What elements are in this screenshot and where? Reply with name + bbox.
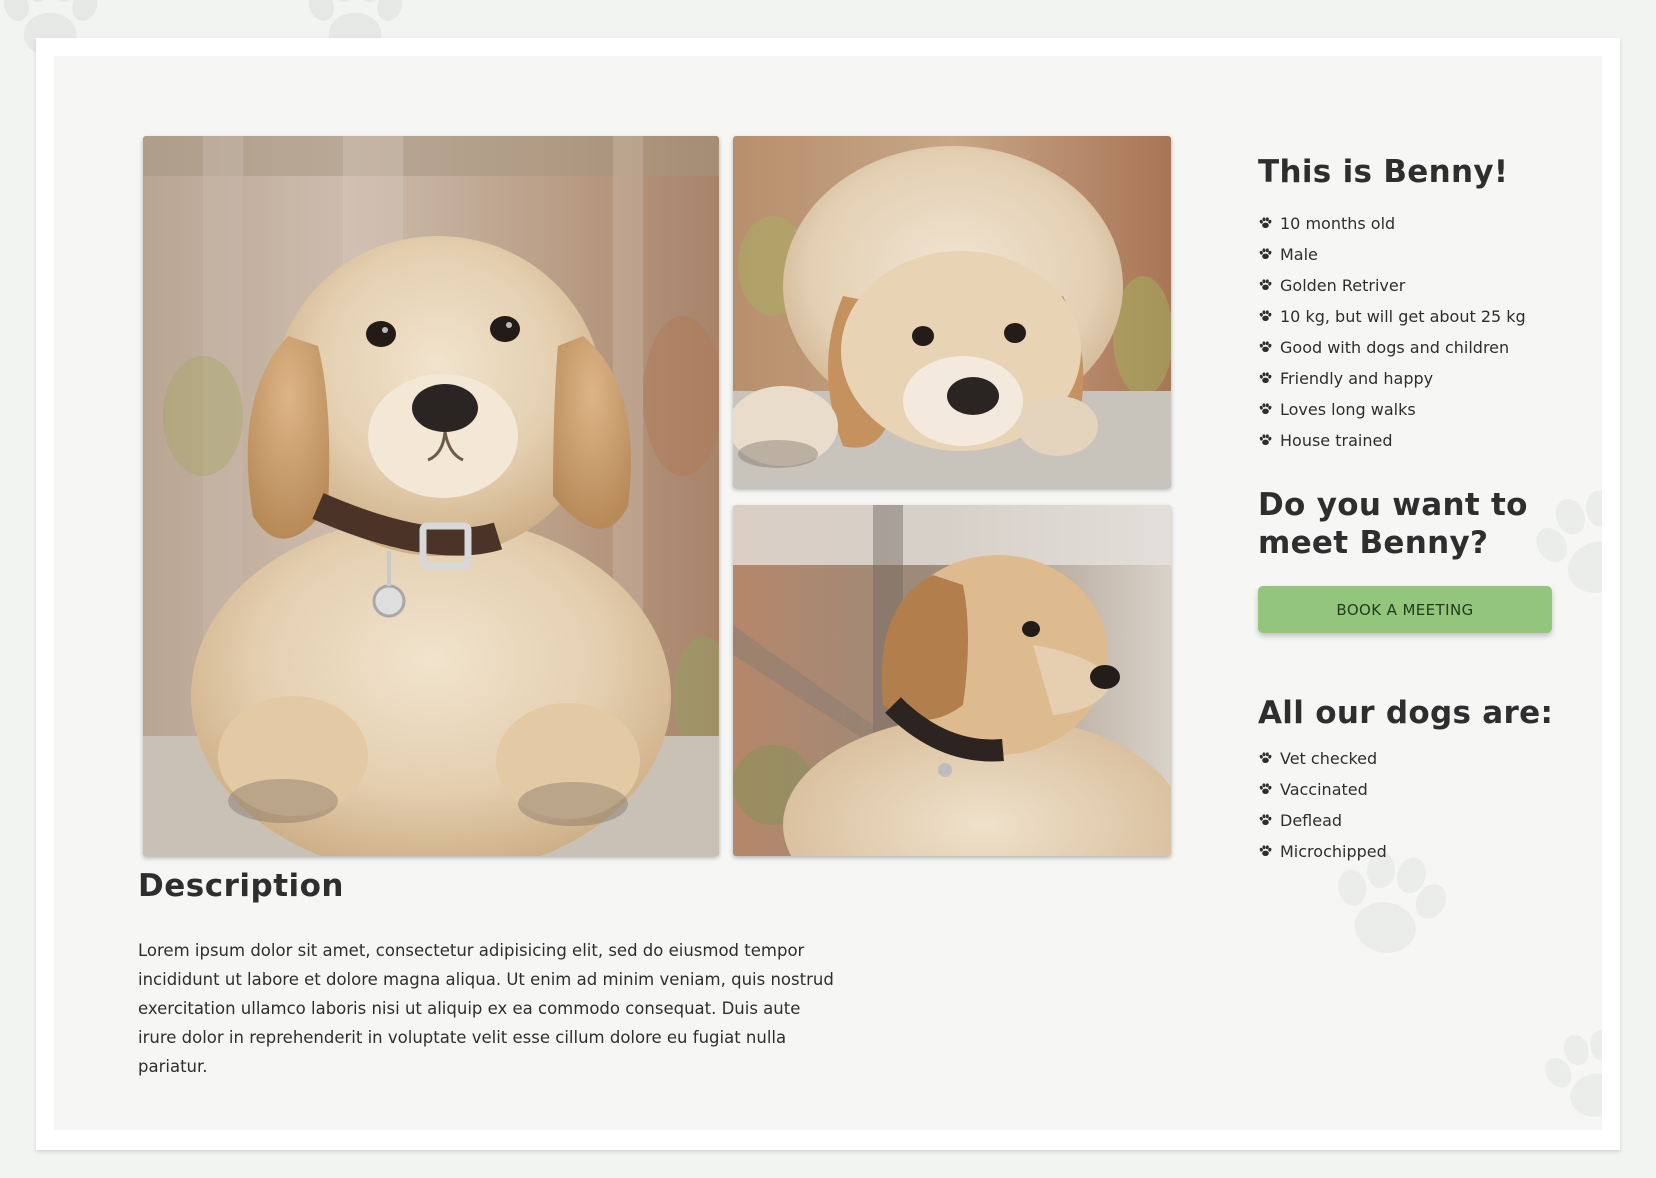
- paw-icon: [1259, 310, 1272, 321]
- puppy-photo-sitting: [143, 136, 719, 856]
- paw-icon: [1259, 814, 1272, 825]
- fact-item: 10 kg, but will get about 25 kg: [1258, 301, 1578, 332]
- paw-icon: [1259, 372, 1272, 383]
- profile-card: Description Lorem ipsum dolor sit amet, …: [36, 38, 1620, 1150]
- fact-item: Male: [1258, 239, 1578, 270]
- dog-name-title: This is Benny!: [1258, 154, 1509, 190]
- paw-icon: [1259, 434, 1272, 445]
- dog-facts-list: 10 months old Male Golden Retriver 10 kg…: [1258, 208, 1578, 456]
- paw-icon: [1259, 279, 1272, 290]
- paw-icon: [1259, 341, 1272, 352]
- all-dogs-title: All our dogs are:: [1258, 695, 1554, 731]
- all-dogs-item: Microchipped: [1258, 836, 1578, 867]
- description-text: Lorem ipsum dolor sit amet, consectetur …: [138, 941, 834, 1076]
- fact-item: Golden Retriver: [1258, 270, 1578, 301]
- dog-details-sidebar: This is Benny! 10 months old Male Golden…: [1258, 152, 1578, 867]
- paw-icon: [1259, 217, 1272, 228]
- meet-title: Do you want to meet Benny?: [1258, 487, 1528, 561]
- book-meeting-button[interactable]: Book a meeting: [1258, 586, 1552, 633]
- all-dogs-item: Deflead: [1258, 805, 1578, 836]
- paw-icon: [1259, 403, 1272, 414]
- all-dogs-item: Vet checked: [1258, 743, 1578, 774]
- fact-item: Good with dogs and children: [1258, 332, 1578, 363]
- description-title: Description: [138, 868, 345, 904]
- paw-icon: [1259, 783, 1272, 794]
- fact-item: House trained: [1258, 425, 1578, 456]
- paw-icon: [1259, 845, 1272, 856]
- fact-item: Friendly and happy: [1258, 363, 1578, 394]
- all-dogs-item: Vaccinated: [1258, 774, 1578, 805]
- fact-item: 10 months old: [1258, 208, 1578, 239]
- puppy-photo-profile: [733, 505, 1171, 856]
- paw-decoration-icon: [1535, 1022, 1602, 1126]
- puppy-photo-lying: [733, 136, 1171, 488]
- fact-item: Loves long walks: [1258, 394, 1578, 425]
- profile-card-content: Description Lorem ipsum dolor sit amet, …: [54, 56, 1602, 1130]
- paw-icon: [1259, 248, 1272, 259]
- all-dogs-list: Vet checked Vaccinated Deflead Microchip…: [1258, 743, 1578, 867]
- paw-icon: [1259, 752, 1272, 763]
